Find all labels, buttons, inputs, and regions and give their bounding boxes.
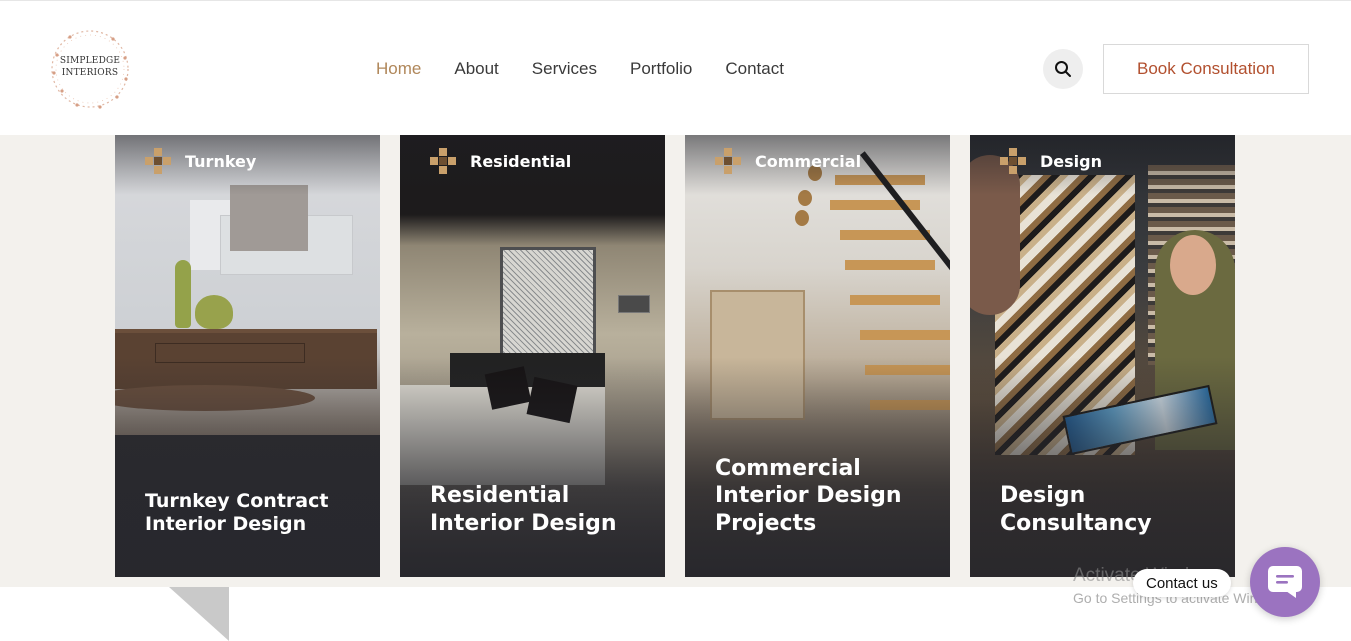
card-title: Turnkey Contract Interior Design	[145, 489, 329, 536]
card-tag: Residential	[430, 148, 571, 174]
service-card-turnkey[interactable]: Turnkey Turnkey Contract Interior Design	[115, 135, 380, 577]
book-consultation-button[interactable]: Book Consultation	[1103, 44, 1309, 94]
card-title: Design Consultancy	[1000, 483, 1152, 536]
contact-us-label[interactable]: Contact us	[1133, 569, 1231, 597]
card-tag-label: Commercial	[755, 151, 862, 171]
site-header: SIMPLEDGE INTERIORS Home About Services …	[0, 0, 1351, 135]
nav-home[interactable]: Home	[376, 59, 421, 79]
diamond-tag-icon	[145, 148, 171, 174]
search-button[interactable]	[1043, 49, 1083, 89]
card-tag: Commercial	[715, 148, 861, 174]
card-tag: Turnkey	[145, 148, 256, 174]
card-tag-label: Design	[1040, 151, 1102, 171]
nav-contact[interactable]: Contact	[725, 59, 784, 79]
chat-icon	[1268, 566, 1302, 598]
nav-portfolio[interactable]: Portfolio	[630, 59, 692, 79]
logo-line-2: INTERIORS	[61, 68, 119, 78]
diamond-tag-icon	[430, 148, 456, 174]
search-icon	[1055, 61, 1071, 77]
service-card-commercial[interactable]: Commercial Commercial Interior Design Pr…	[685, 135, 950, 577]
card-tag: Design	[1000, 148, 1102, 174]
service-card-design[interactable]: Design Design Consultancy	[970, 135, 1235, 577]
service-card-residential[interactable]: Residential Residential Interior Design	[400, 135, 665, 577]
nav-services[interactable]: Services	[532, 59, 597, 79]
logo[interactable]: SIMPLEDGE INTERIORS	[45, 25, 135, 113]
logo-line-1: SIMPLEDGE	[59, 56, 121, 66]
card-tag-label: Residential	[470, 151, 572, 171]
card-title: Residential Interior Design	[430, 483, 617, 536]
diamond-tag-icon	[1000, 148, 1026, 174]
card-title: Commercial Interior Design Projects	[715, 455, 902, 536]
chat-button[interactable]	[1250, 547, 1320, 617]
nav-about[interactable]: About	[454, 59, 498, 79]
card-tag-label: Turnkey	[185, 151, 257, 171]
diamond-tag-icon	[715, 148, 741, 174]
main-nav: Home About Services Portfolio Contact	[376, 59, 784, 79]
